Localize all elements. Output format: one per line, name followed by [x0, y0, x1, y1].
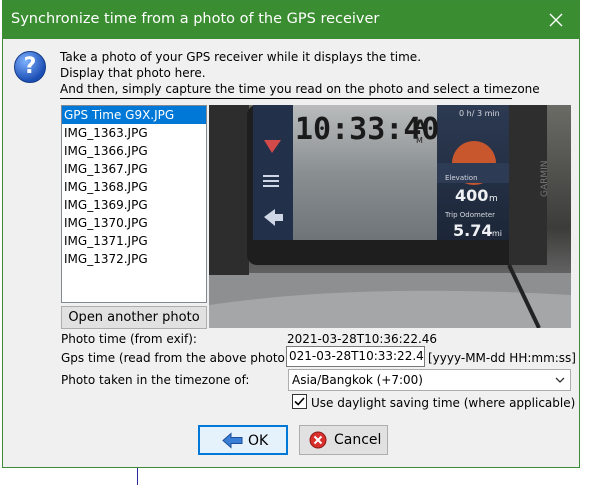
photo-trip-label: Trip Odometer [444, 211, 495, 219]
list-item[interactable]: GPS Time G9X.JPG [62, 106, 206, 124]
brand-label: GARMIN [540, 160, 550, 197]
ok-button[interactable]: OK [198, 425, 288, 455]
question-icon: ? [14, 51, 46, 83]
list-item[interactable]: IMG_1369.JPG [62, 196, 206, 214]
list-item[interactable]: IMG_1366.JPG [62, 142, 206, 160]
dst-label: Use daylight saving time (where applicab… [311, 396, 576, 410]
dst-checkbox[interactable] [292, 394, 307, 409]
gps-photo-image: GARMIN 10:33:40 A M 0 h/ 3 min Elevation… [209, 105, 571, 328]
open-another-photo-button[interactable]: Open another photo [61, 306, 207, 329]
gps-photo-preview: GARMIN 10:33:40 A M 0 h/ 3 min Elevation… [209, 105, 571, 328]
photo-time-label: Photo time (from exif): [61, 332, 197, 346]
instruction-line-1: Take a photo of your GPS receiver while … [60, 50, 422, 64]
photo-list[interactable]: GPS Time G9X.JPG IMG_1363.JPG IMG_1366.J… [61, 105, 207, 303]
list-item[interactable]: IMG_1367.JPG [62, 160, 206, 178]
instruction-line-3: And then, simply capture the time you re… [60, 82, 540, 96]
photo-time-value: 2021-03-28T10:36:22.46 [287, 332, 438, 346]
cancel-icon [309, 431, 327, 449]
instruction-line-2: Display that photo here. [60, 66, 206, 80]
photo-elevation-value: 400 [455, 186, 488, 205]
gps-time-label: Gps time (read from the above photo): [61, 351, 294, 365]
list-item[interactable]: IMG_1370.JPG [62, 214, 206, 232]
photo-trip-unit: mi [492, 229, 502, 238]
cancel-button[interactable]: Cancel [299, 425, 388, 455]
arrow-left-icon [222, 432, 243, 449]
photo-speed-text: 0 h/ 3 min [459, 109, 500, 118]
photo-clock-ampm: A [414, 116, 427, 135]
list-item[interactable]: IMG_1372.JPG [62, 250, 206, 268]
checkmark-icon [294, 397, 305, 406]
photo-clock-ampm-sub: M [416, 136, 423, 145]
list-item[interactable]: IMG_1363.JPG [62, 124, 206, 142]
timezone-value: Asia/Bangkok (+7:00) [292, 373, 423, 387]
sync-time-dialog: Synchronize time from a photo of the GPS… [2, 0, 580, 468]
list-item[interactable]: IMG_1368.JPG [62, 178, 206, 196]
close-icon [549, 13, 563, 27]
instruction-divider [60, 98, 512, 99]
background-line [137, 468, 138, 485]
photo-elevation-unit: m [489, 194, 498, 204]
timezone-select[interactable]: Asia/Bangkok (+7:00) [288, 369, 571, 391]
list-item[interactable]: IMG_1371.JPG [62, 232, 206, 250]
timezone-label: Photo taken in the timezone of: [61, 373, 250, 387]
gps-time-input[interactable]: 021-03-28T10:33:22.4 [286, 346, 425, 367]
cancel-label: Cancel [334, 432, 382, 448]
close-button[interactable] [533, 1, 579, 39]
photo-elevation-label: Elevation [445, 174, 478, 182]
photo-trip-value: 5.74 [453, 221, 492, 240]
gps-time-format: [yyyy-MM-dd HH:mm:ss] [428, 351, 576, 365]
title-bar[interactable]: Synchronize time from a photo of the GPS… [3, 1, 579, 39]
dialog-title: Synchronize time from a photo of the GPS… [11, 11, 380, 27]
chevron-down-icon [555, 377, 565, 383]
ok-label: OK [248, 433, 269, 449]
